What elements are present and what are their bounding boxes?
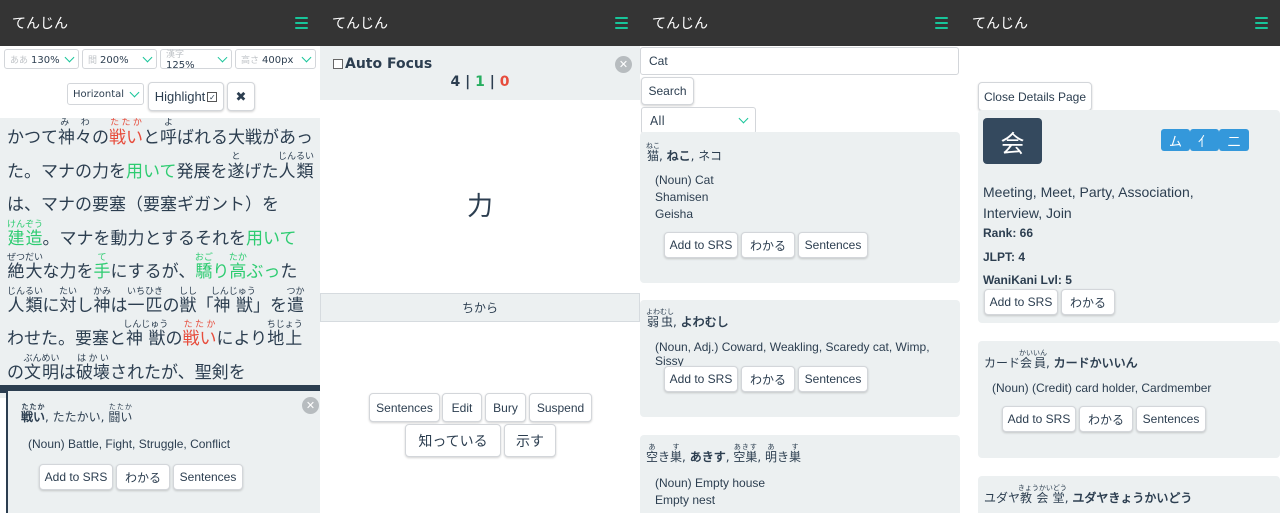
brand-title: てんじん (972, 16, 1028, 32)
filter-select[interactable]: All (641, 107, 756, 134)
kanji-detail-card: 会 ム 亻 二 Meeting, Meet, Party, Associatio… (978, 110, 1280, 323)
popup-definition: (Noun) Battle, Fight, Struggle, Conflict (28, 437, 231, 451)
top-bar: てんじん (0, 0, 320, 46)
result-title: 弱虫よわむし, よわむし (646, 308, 729, 329)
hamburger-menu-icon[interactable] (295, 17, 308, 29)
flashcard-panel: てんじん Auto Focus ✕ 4 | 1 | 0 力 ちから Senten… (320, 0, 640, 513)
vocab-title: カード会員かいいん, カードかいいん (984, 349, 1138, 370)
reader-text: かつて神々み わの戦いたたかと呼よばれる大戦があった。マナの力を用いて 発展を遂… (0, 118, 320, 398)
component-button[interactable]: 二 (1219, 129, 1249, 151)
chevron-down-icon (64, 52, 75, 62)
sentences-button[interactable]: Sentences (798, 232, 868, 258)
wakaru-button[interactable]: わかる (116, 464, 170, 490)
component-button[interactable]: 亻 (1190, 129, 1219, 151)
top-bar: てんじん (960, 0, 1280, 46)
know-button[interactable]: 知っている (405, 424, 501, 457)
auto-focus-toggle[interactable]: Auto Focus (333, 56, 432, 72)
result-definitions: (Noun) Cat Shamisen Geisha (655, 173, 714, 221)
wakaru-button[interactable]: わかる (1079, 406, 1133, 432)
kanji-wanikani: WaniKani Lvl: 5 (983, 273, 1072, 287)
close-icon: ✖ (235, 88, 247, 104)
add-to-srs-button[interactable]: Add to SRS (664, 366, 738, 392)
sentences-button[interactable]: Sentences (1136, 406, 1206, 432)
add-to-srs-button[interactable]: Add to SRS (39, 464, 113, 490)
font-size-select[interactable]: ああ 130% (4, 49, 79, 69)
result-definitions: (Noun) Empty house Empty nest (655, 476, 766, 507)
add-to-srs-button[interactable]: Add to SRS (664, 232, 738, 258)
component-button[interactable]: ム (1161, 129, 1190, 151)
vocab-definition: (Noun) (Credit) card holder, Cardmember (992, 381, 1212, 395)
vocab-title: ユダヤ教会堂きょうかいどう, ユダヤきょうかいどう (984, 484, 1193, 505)
result-title: 猫ねこ, ねこ, ネコ (646, 142, 723, 163)
sentences-button[interactable]: Sentences (369, 393, 440, 422)
kanji-rank: Rank: 66 (983, 226, 1034, 240)
hamburger-menu-icon[interactable] (1255, 17, 1268, 29)
vocab-card: ユダヤ教会堂きょうかいどう, ユダヤきょうかいどう (978, 476, 1280, 513)
kanji-meanings: Meeting, Meet, Party, Association, Inter… (983, 184, 1194, 221)
word-popup: ✕ 戦いたたか, たたかい, 闘いたたか (Noun) Battle, Figh… (6, 391, 320, 513)
brand-title: てんじん (652, 16, 708, 32)
chevron-down-icon (738, 113, 749, 124)
add-to-srs-button[interactable]: Add to SRS (984, 289, 1058, 315)
top-bar: てんじん (640, 0, 960, 46)
line-spacing-select[interactable]: 間 200% (82, 49, 157, 69)
popup-word-title: 戦いたたか, たたかい, 闘いたたか (21, 403, 133, 424)
checkbox-checked-icon[interactable]: ✓ (207, 91, 218, 102)
chevron-down-icon (301, 52, 312, 62)
highlight-toggle[interactable]: Highlight ✓ (148, 82, 224, 111)
close-review-icon[interactable]: ✕ (615, 56, 632, 73)
wakaru-button[interactable]: わかる (741, 232, 795, 258)
wakaru-button[interactable]: わかる (741, 366, 795, 392)
chevron-down-icon (217, 52, 228, 62)
search-result-card: 猫ねこ, ねこ, ネコ (Noun) Cat Shamisen Geisha A… (640, 132, 960, 283)
top-bar: てんじん (320, 0, 640, 46)
vocab-card: カード会員かいいん, カードかいいん (Noun) (Credit) card … (978, 341, 1280, 458)
brand-title: てんじん (332, 16, 388, 32)
flashcard-kanji: 力 (466, 192, 493, 222)
hamburger-menu-icon[interactable] (935, 17, 948, 29)
review-header: Auto Focus ✕ 4 | 1 | 0 (320, 46, 640, 100)
height-select[interactable]: 高さ 400px (235, 49, 316, 69)
sentences-button[interactable]: Sentences (798, 366, 868, 392)
suspend-button[interactable]: Suspend (529, 393, 592, 422)
kanji-jlpt: JLPT: 4 (983, 250, 1026, 264)
kanji-size-select[interactable]: 漢字125% (160, 49, 232, 71)
flashcard-reading: ちから (320, 293, 640, 322)
review-counts: 4 | 1 | 0 (450, 74, 510, 90)
kanji-box: 会 (983, 118, 1042, 164)
add-to-srs-button[interactable]: Add to SRS (1002, 406, 1076, 432)
search-result-card: 弱虫よわむし, よわむし (Noun, Adj.) Coward, Weakli… (640, 300, 960, 417)
details-panel: てんじん Close Details Page 会 ム 亻 二 Meeting,… (960, 0, 1280, 513)
show-button[interactable]: 示す (504, 424, 556, 457)
close-reader-button[interactable]: ✖ (227, 82, 255, 111)
checkbox-icon[interactable] (333, 59, 343, 69)
result-title: 空あき巣す, あきす, 空巣あきす, 明あき巣す (646, 443, 802, 464)
search-button[interactable]: Search (641, 77, 694, 105)
result-definition: (Noun, Adj.) Coward, Weakling, Scaredy c… (655, 340, 930, 368)
search-panel: てんじん Cat Search All 猫ねこ, ねこ, ネコ (Noun) C… (640, 0, 960, 513)
close-popup-icon[interactable]: ✕ (302, 397, 319, 414)
chevron-down-icon (142, 52, 153, 62)
chevron-down-icon (129, 87, 140, 97)
hamburger-menu-icon[interactable] (615, 17, 628, 29)
brand-title: てんじん (12, 16, 68, 32)
orientation-select[interactable]: Horizontal (67, 83, 144, 105)
reader-panel: てんじん ああ 130% 間 200% 漢字125% 高さ 400px Horizon… (0, 0, 320, 513)
close-details-button[interactable]: Close Details Page (978, 82, 1092, 111)
bury-button[interactable]: Bury (485, 393, 526, 422)
edit-button[interactable]: Edit (442, 393, 482, 422)
wakaru-button[interactable]: わかる (1061, 289, 1115, 315)
sentences-button[interactable]: Sentences (173, 464, 243, 490)
search-result-card: 空あき巣す, あきす, 空巣あきす, 明あき巣す (Noun) Empty ho… (640, 435, 960, 513)
search-input[interactable]: Cat (640, 47, 959, 75)
